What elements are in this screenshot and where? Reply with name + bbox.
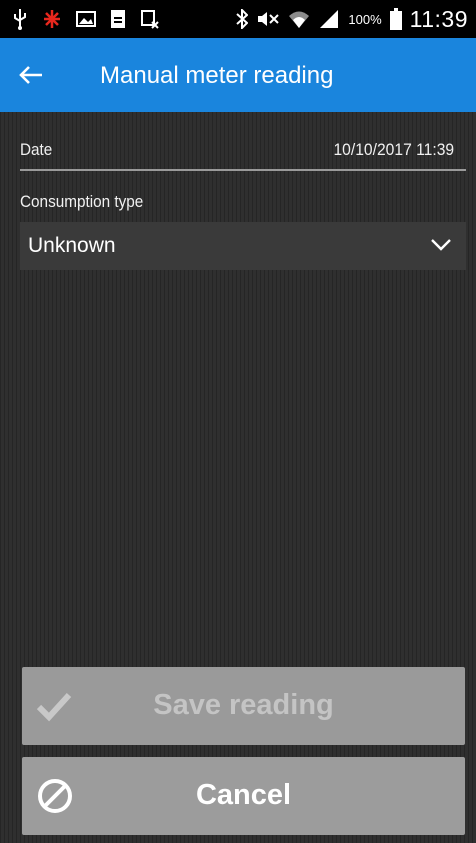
page-title: Manual meter reading	[100, 62, 334, 89]
cancel-label: Cancel	[195, 779, 292, 811]
save-reading-button[interactable]: Save reading	[22, 667, 465, 745]
sync-off-icon	[140, 9, 160, 29]
consumption-type-value: Unknown	[28, 234, 116, 257]
cancel-button[interactable]: Cancel	[22, 757, 465, 835]
arrow-left-icon	[19, 66, 42, 84]
form-content: Date 10/10/2017 11:39 Consumption type U…	[0, 112, 476, 843]
clock: 11:39	[409, 5, 468, 32]
back-button[interactable]	[16, 60, 46, 90]
app-bar: Manual meter reading	[0, 38, 476, 112]
debug-icon	[42, 8, 62, 30]
signal-icon	[318, 9, 340, 29]
battery-percent: 100%	[348, 11, 382, 27]
mute-icon	[256, 9, 280, 29]
save-reading-label: Save reading	[153, 689, 334, 721]
image-icon	[76, 10, 96, 28]
date-label: Date	[20, 140, 53, 159]
sim-icon	[110, 9, 126, 29]
consumption-type-label: Consumption type	[20, 192, 144, 211]
date-value[interactable]: 10/10/2017 11:39	[333, 140, 454, 160]
wifi-icon	[288, 9, 310, 29]
usb-icon	[12, 8, 28, 30]
bluetooth-icon	[236, 9, 249, 29]
battery-icon	[389, 8, 402, 30]
status-bar: 100% 11:39	[0, 0, 476, 38]
chevron-down-icon	[430, 236, 452, 257]
consumption-type-dropdown[interactable]: Unknown	[20, 222, 466, 270]
date-divider	[20, 169, 466, 171]
